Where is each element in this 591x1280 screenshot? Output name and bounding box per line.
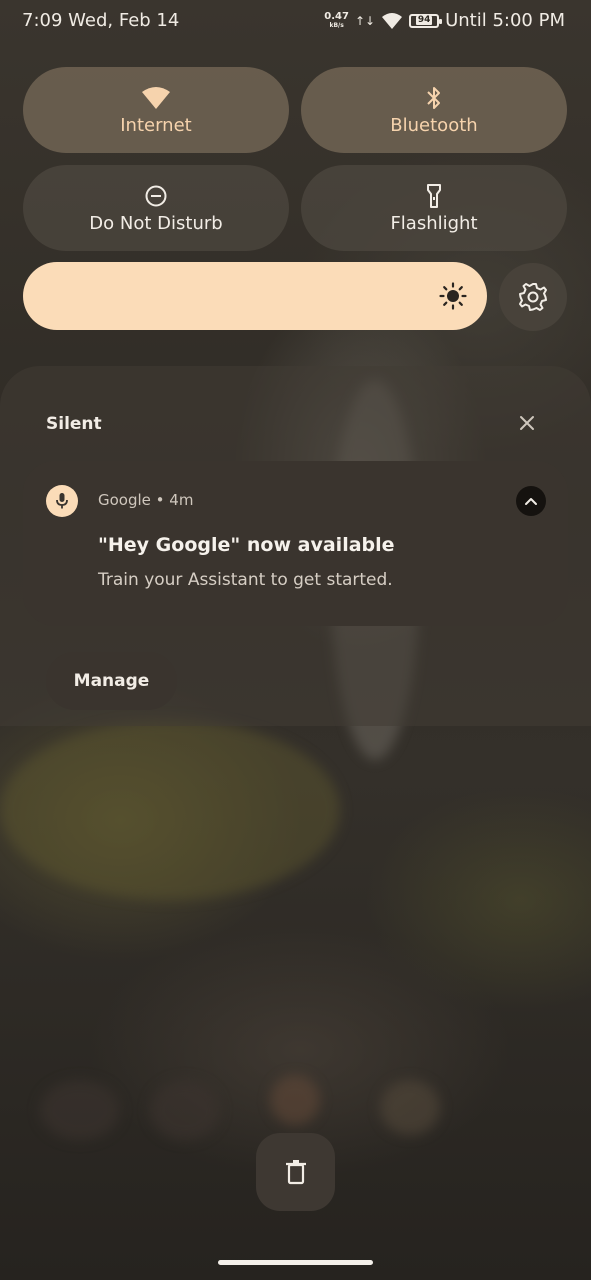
- microphone-icon: [46, 485, 78, 517]
- section-title-silent: Silent: [46, 414, 102, 434]
- do-not-disturb-icon: [144, 183, 168, 209]
- notification-title: "Hey Google" now available: [98, 534, 395, 556]
- tile-do-not-disturb[interactable]: Do Not Disturb: [23, 165, 289, 251]
- gear-icon: [519, 283, 547, 311]
- tile-label: Do Not Disturb: [89, 212, 223, 234]
- wallpaper-blur-shape: [0, 720, 340, 900]
- gesture-handle[interactable]: [218, 1260, 373, 1265]
- battery-icon: 94: [409, 13, 443, 28]
- tile-label: Bluetooth: [390, 114, 478, 136]
- bluetooth-icon: [425, 85, 443, 111]
- status-time-date: 7:09 Wed, Feb 14: [22, 10, 180, 31]
- expand-button[interactable]: [516, 486, 546, 516]
- notification-card[interactable]: Google • 4m "Hey Google" now available T…: [23, 461, 568, 626]
- close-icon[interactable]: [516, 412, 538, 434]
- wallpaper-blur-shape: [380, 1080, 440, 1135]
- wifi-icon: [141, 85, 171, 111]
- net-speed-unit: kB/s: [329, 21, 344, 29]
- net-speed-indicator: 0.47 kB/s: [324, 10, 349, 30]
- chevron-up-icon: [525, 498, 537, 505]
- trash-icon: [285, 1160, 306, 1185]
- notification-app-meta: Google • 4m: [98, 491, 194, 509]
- tile-bluetooth[interactable]: Bluetooth: [301, 67, 567, 153]
- status-right-group: 0.47 kB/s ↑↓ 94 Until 5:00 PM: [324, 10, 565, 31]
- until-text: Until 5:00 PM: [445, 10, 565, 31]
- notification-text: Train your Assistant to get started.: [98, 570, 393, 590]
- wallpaper-blur-shape: [270, 1075, 320, 1125]
- settings-button[interactable]: [499, 263, 567, 331]
- manage-button[interactable]: Manage: [46, 652, 177, 710]
- tile-internet[interactable]: Internet: [23, 67, 289, 153]
- clear-all-button[interactable]: [256, 1133, 335, 1211]
- battery-level: 94: [415, 15, 433, 25]
- tile-flashlight[interactable]: Flashlight: [301, 165, 567, 251]
- tile-label: Internet: [120, 114, 192, 136]
- upload-download-icon: ↑↓: [354, 13, 376, 28]
- tile-label: Flashlight: [390, 212, 478, 234]
- sun-icon: [439, 282, 467, 310]
- brightness-slider[interactable]: [23, 262, 487, 330]
- wifi-icon: [382, 12, 403, 29]
- net-speed-value: 0.47: [324, 10, 349, 22]
- status-bar: 7:09 Wed, Feb 14 0.47 kB/s ↑↓ 94 Until 5…: [0, 0, 591, 44]
- flashlight-icon: [426, 183, 442, 209]
- wallpaper-blur-shape: [150, 1080, 220, 1140]
- wallpaper-blur-shape: [40, 1080, 120, 1140]
